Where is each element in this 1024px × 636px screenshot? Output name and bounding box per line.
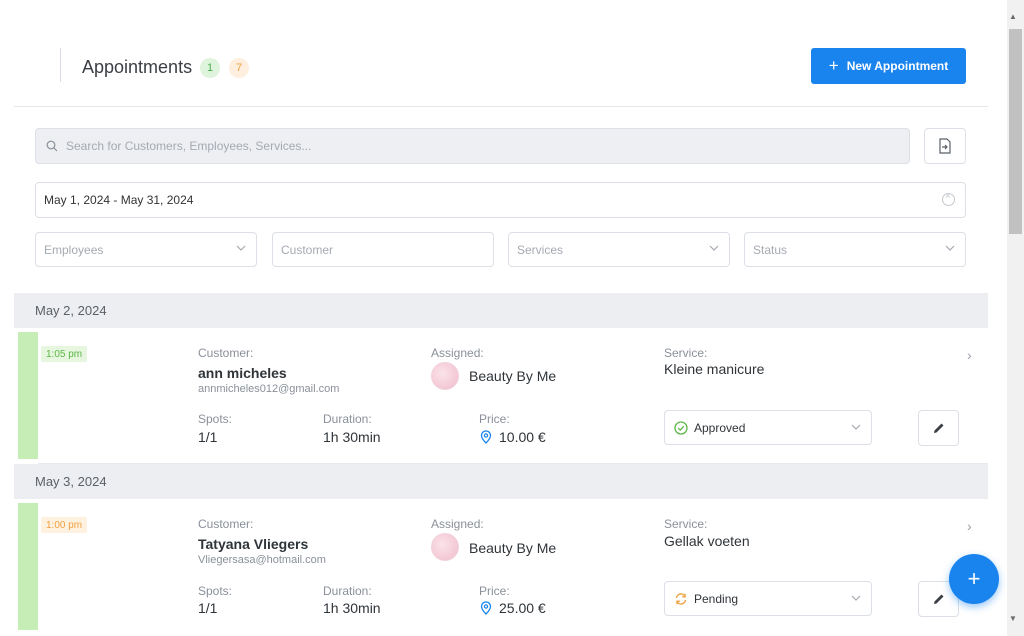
appointment-time: 1:05 pm bbox=[41, 346, 88, 362]
duration-label: Duration: bbox=[323, 584, 372, 598]
customer-name: Tatyana Vliegers bbox=[198, 536, 309, 552]
customer-label: Customer: bbox=[198, 517, 254, 531]
pencil-icon bbox=[933, 594, 943, 604]
customer-label: Customer: bbox=[198, 346, 254, 360]
location-pin-icon bbox=[480, 601, 492, 615]
check-circle-icon bbox=[674, 420, 688, 435]
clear-date-icon[interactable] bbox=[942, 191, 955, 206]
duration-label: Duration: bbox=[323, 412, 372, 426]
scrollbar-thumb[interactable] bbox=[1009, 29, 1022, 234]
appointment-time: 1:00 pm bbox=[41, 517, 88, 533]
plus-icon: + bbox=[967, 566, 981, 591]
search-input[interactable] bbox=[64, 138, 888, 154]
price-value: 25.00 € bbox=[499, 600, 546, 616]
customer-email: Vliegersasa@hotmail.com bbox=[198, 554, 326, 566]
assigned-employee: Beauty By Me bbox=[469, 540, 557, 556]
date-range-value: May 1, 2024 - May 31, 2024 bbox=[44, 193, 194, 207]
price-value: 10.00 € bbox=[499, 429, 546, 445]
search-bar[interactable] bbox=[35, 128, 910, 164]
search-icon bbox=[46, 140, 58, 152]
appointment-status-bar bbox=[18, 332, 38, 459]
spots-value: 1/1 bbox=[198, 429, 218, 445]
refresh-icon bbox=[675, 592, 687, 605]
date-group-header: May 3, 2024 bbox=[14, 464, 988, 499]
employee-avatar bbox=[431, 533, 459, 561]
price-label: Price: bbox=[479, 412, 510, 426]
duration-value: 1h 30min bbox=[323, 600, 381, 616]
pending-count-badge: 7 bbox=[229, 58, 249, 78]
date-group-header: May 2, 2024 bbox=[14, 293, 988, 328]
duration-value: 1h 30min bbox=[323, 429, 381, 445]
floating-add-button[interactable]: + bbox=[949, 554, 999, 604]
employees-filter-label: Employees bbox=[44, 242, 104, 257]
service-label: Service: bbox=[664, 517, 708, 531]
employee-avatar bbox=[431, 362, 459, 390]
spots-label: Spots: bbox=[198, 412, 233, 426]
spots-label: Spots: bbox=[198, 584, 233, 598]
service-name: Kleine manicure bbox=[664, 361, 765, 377]
chevron-right-icon[interactable]: › bbox=[967, 518, 972, 534]
employees-filter[interactable]: Employees bbox=[35, 232, 257, 267]
status-value: Approved bbox=[694, 420, 746, 435]
status-filter[interactable]: Status bbox=[744, 232, 966, 267]
status-select[interactable]: Approved bbox=[664, 410, 872, 445]
services-filter[interactable]: Services bbox=[508, 232, 730, 267]
assigned-label: Assigned: bbox=[431, 346, 484, 360]
page-title: Appointments bbox=[82, 57, 193, 77]
assigned-label: Assigned: bbox=[431, 517, 484, 531]
appointment-status-bar bbox=[18, 503, 38, 630]
customer-name: ann micheles bbox=[198, 365, 287, 381]
pencil-icon bbox=[933, 423, 943, 433]
scroll-up-arrow-icon[interactable]: ▲ bbox=[1009, 12, 1017, 21]
status-value: Pending bbox=[694, 591, 739, 606]
price-label: Price: bbox=[479, 584, 510, 598]
services-filter-label: Services bbox=[517, 242, 564, 257]
service-name: Gellak voeten bbox=[664, 533, 750, 549]
status-filter-label: Status bbox=[753, 242, 788, 257]
edit-appointment-button[interactable] bbox=[918, 410, 959, 446]
chevron-down-icon bbox=[851, 424, 861, 430]
chevron-down-icon bbox=[236, 245, 246, 251]
scroll-down-arrow-icon[interactable]: ▼ bbox=[1009, 614, 1017, 623]
customer-filter[interactable]: Customer bbox=[272, 232, 494, 267]
header-divider bbox=[60, 48, 61, 82]
assigned-employee: Beauty By Me bbox=[469, 368, 557, 384]
plus-icon: + bbox=[828, 55, 839, 75]
service-label: Service: bbox=[664, 346, 708, 360]
customer-email: annmicheles012@gmail.com bbox=[198, 383, 340, 395]
date-range-picker[interactable]: May 1, 2024 - May 31, 2024 bbox=[35, 182, 966, 218]
status-select[interactable]: Pending bbox=[664, 581, 872, 616]
new-appointment-label: New Appointment bbox=[846, 59, 949, 73]
chevron-right-icon[interactable]: › bbox=[967, 347, 972, 363]
chevron-down-icon bbox=[851, 595, 861, 601]
header-divider-line bbox=[14, 106, 988, 107]
customer-filter-label: Customer bbox=[281, 242, 334, 257]
export-button[interactable] bbox=[924, 128, 966, 164]
chevron-down-icon bbox=[945, 245, 955, 251]
new-appointment-button[interactable]: + New Appointment bbox=[811, 48, 966, 84]
approved-count-badge: 1 bbox=[200, 58, 220, 78]
spots-value: 1/1 bbox=[198, 600, 218, 616]
location-pin-icon bbox=[480, 430, 492, 444]
export-icon bbox=[939, 138, 951, 154]
chevron-down-icon bbox=[709, 245, 719, 251]
